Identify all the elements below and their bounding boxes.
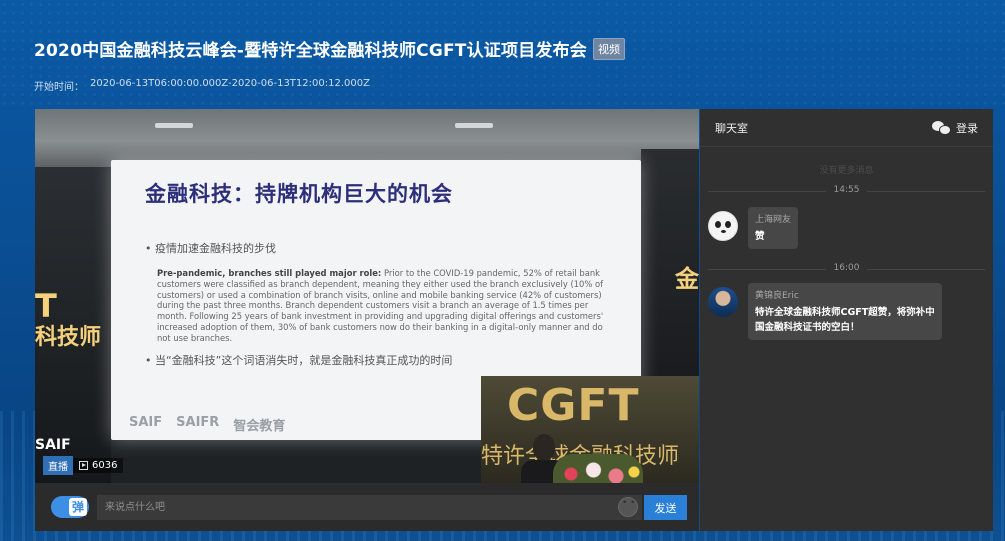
- page-header: 2020中国金融科技云峰会-暨特许全球金融科技师CGFT认证项目发布会 视频 开…: [34, 36, 985, 93]
- viewer-count: 6036: [73, 458, 124, 473]
- wechat-icon: [932, 120, 951, 135]
- saif-logo: SAIF: [129, 415, 163, 430]
- login-button[interactable]: 登录: [932, 120, 978, 136]
- video-tag: 视频: [593, 37, 626, 60]
- danmu-toggle-label: 弹: [69, 498, 87, 516]
- video-player[interactable]: T 科技师 SAIF 金 金融科技：持牌机构巨大的机会 • 疫情加速金融科技的步…: [35, 109, 699, 483]
- time-divider: 16:00: [700, 263, 993, 275]
- chat-panel: 聊天室 登录 没有更多消息 14:55 上海网友 赞 16:00 黄锦良Eric…: [700, 109, 993, 531]
- chat-title: 聊天室: [715, 121, 748, 135]
- speaker-camera: CGFT 特许全球金融科技师: [481, 376, 699, 483]
- message-author: 上海网友: [755, 215, 792, 225]
- danmu-toggle[interactable]: 弹: [51, 496, 89, 518]
- saifr-logo: SAIFR: [176, 415, 220, 430]
- slide-paragraph: Pre-pandemic, branches still played majo…: [145, 268, 613, 344]
- avatar: [708, 287, 738, 317]
- message-text: 赞: [755, 231, 765, 242]
- wall-left-big: T: [35, 287, 57, 325]
- slide-title: 金融科技：持牌机构巨大的机会: [145, 182, 453, 206]
- message-bubble: 上海网友 赞: [748, 207, 799, 249]
- slide-paragraph-lead: Pre-pandemic, branches still played majo…: [157, 268, 382, 278]
- slide-logos: SAIF SAIFR 智会教育: [129, 415, 285, 434]
- load-more[interactable]: 没有更多消息: [700, 163, 993, 176]
- message-text: 特许全球金融科技师CGFT超赞，将弥补中国金融科技证书的空白！: [755, 307, 935, 333]
- ceiling-light: [455, 123, 493, 128]
- login-label: 登录: [956, 121, 978, 135]
- wall-left-text: T 科技师: [35, 287, 101, 352]
- chat-message: 黄锦良Eric 特许全球金融科技师CGFT超赞，将弥补中国金融科技证书的空白！: [700, 283, 993, 340]
- zhihui-logo: 智会教育: [233, 419, 286, 434]
- pip-title: CGFT: [507, 380, 640, 431]
- player-bottombar: 弹 发送: [35, 483, 699, 531]
- comment-input[interactable]: [97, 495, 642, 520]
- stage-ceiling: [35, 109, 699, 167]
- start-time-value: 2020-06-13T06:00:00.000Z-2020-06-13T12:0…: [90, 78, 370, 89]
- chat-header: 聊天室 登录: [700, 109, 993, 147]
- page-title: 2020中国金融科技云峰会-暨特许全球金融科技师CGFT认证项目发布会: [34, 41, 588, 61]
- slide-bullet: • 疫情加速金融科技的步伐: [145, 242, 276, 255]
- ceiling-light: [155, 123, 193, 128]
- send-button[interactable]: 发送: [644, 495, 687, 520]
- live-badge: 直播 6036: [43, 456, 124, 475]
- avatar: [708, 211, 738, 241]
- start-time: 开始时间： 2020-06-13T06:00:00.000Z-2020-06-1…: [34, 78, 985, 93]
- live-tag: 直播: [43, 456, 73, 475]
- stage-wall-left: T 科技师 SAIF: [35, 167, 111, 483]
- flowers: [553, 454, 643, 483]
- slide-paragraph-body: Prior to the COVID-19 pandemic, 52% of r…: [157, 268, 604, 343]
- message-bubble: 黄锦良Eric 特许全球金融科技师CGFT超赞，将弥补中国金融科技证书的空白！: [748, 283, 942, 340]
- start-time-label: 开始时间：: [34, 82, 84, 93]
- wall-left-sub: 科技师: [35, 325, 102, 351]
- play-icon: [79, 461, 88, 470]
- emoji-icon[interactable]: [618, 497, 638, 517]
- wall-right-text: 金: [675, 265, 699, 293]
- chat-message: 上海网友 赞: [700, 207, 993, 249]
- slide-bullet: • 当“金融科技”这个词语消失时，就是金融科技真正成功的时间: [145, 353, 453, 367]
- speaker-head: [533, 434, 555, 460]
- message-author: 黄锦良Eric: [755, 291, 799, 301]
- viewer-count-value: 6036: [92, 460, 118, 471]
- wall-left-logo: SAIF: [35, 437, 71, 453]
- time-divider: 14:55: [700, 185, 993, 197]
